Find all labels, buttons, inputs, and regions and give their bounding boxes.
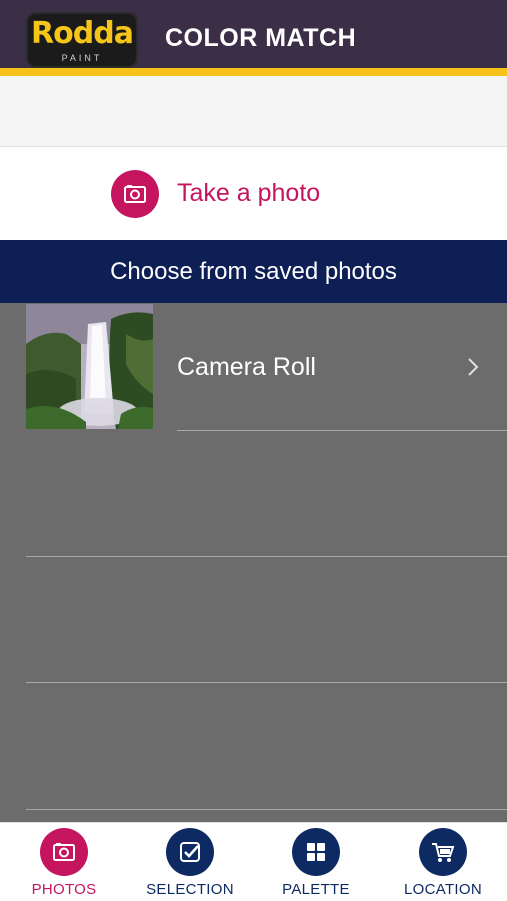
album-label: Camera Roll bbox=[177, 353, 316, 381]
page-title: COLOR MATCH bbox=[165, 24, 357, 52]
header-accent-stripe bbox=[0, 68, 507, 76]
list-divider bbox=[26, 682, 507, 683]
list-divider bbox=[177, 430, 507, 431]
album-thumbnail bbox=[26, 304, 153, 429]
tab-selection[interactable]: SELECTION bbox=[127, 823, 253, 901]
rodda-logo: Rodda PAINT bbox=[26, 12, 138, 68]
tab-label: PHOTOS bbox=[31, 881, 97, 898]
tab-label: SELECTION bbox=[146, 881, 234, 898]
list-divider bbox=[26, 809, 507, 810]
app-header: Rodda PAINT COLOR MATCH bbox=[0, 0, 507, 68]
list-divider bbox=[26, 556, 507, 557]
chevron-right-icon bbox=[466, 356, 480, 383]
tab-label: PALETTE bbox=[282, 881, 350, 898]
tab-photos[interactable]: PHOTOS bbox=[1, 823, 127, 901]
take-photo-button[interactable]: Take a photo bbox=[0, 147, 507, 240]
saved-photos-label: Choose from saved photos bbox=[110, 258, 397, 285]
grid-icon bbox=[292, 828, 340, 876]
cart-icon bbox=[419, 828, 467, 876]
saved-photos-header: Choose from saved photos bbox=[0, 240, 507, 303]
logo-subtext: PAINT bbox=[61, 53, 103, 63]
logo-text: Rodda bbox=[31, 16, 134, 51]
bottom-tab-bar: PHOTOS SELECTION PALETTE LOCATION bbox=[0, 822, 507, 901]
tab-location[interactable]: LOCATION bbox=[380, 823, 506, 901]
empty-toolbar bbox=[0, 76, 507, 147]
tab-palette[interactable]: PALETTE bbox=[253, 823, 379, 901]
album-list: Camera Roll bbox=[0, 303, 507, 823]
tab-label: LOCATION bbox=[404, 881, 482, 898]
take-photo-label: Take a photo bbox=[177, 179, 321, 207]
camera-icon bbox=[40, 828, 88, 876]
camera-icon bbox=[111, 170, 159, 218]
album-row-camera-roll[interactable]: Camera Roll bbox=[0, 303, 507, 430]
checkbox-icon bbox=[166, 828, 214, 876]
